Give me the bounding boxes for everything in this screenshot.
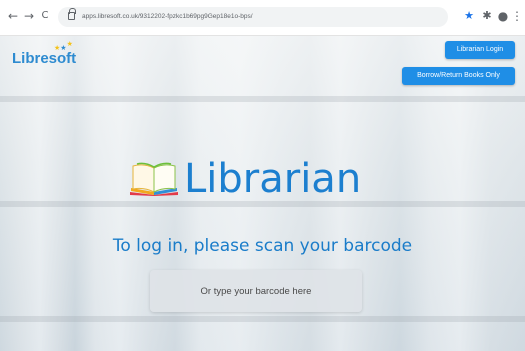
back-arrow-icon[interactable]: ← — [6, 9, 20, 23]
bookmark-star-icon[interactable]: ★ — [462, 8, 476, 24]
barcode-input[interactable] — [150, 270, 362, 312]
profile-icon[interactable]: ● — [496, 8, 510, 24]
librarian-brand: Librarian — [128, 154, 428, 204]
page-title: Librarian — [184, 156, 362, 202]
background-shelf — [0, 316, 525, 322]
page-content: Libresoft ★★★ Librarian Login Borrow/Ret… — [0, 36, 525, 351]
login-instruction: To log in, please scan your barcode — [112, 236, 413, 256]
borrow-return-books-button[interactable]: Borrow/Return Books Only — [402, 67, 515, 85]
browser-toolbar: ← → C apps.libresoft.co.uk/9312202-fpzkc… — [0, 0, 525, 36]
extensions-puzzle-icon[interactable]: ✱ — [480, 8, 494, 24]
logo-stars-icon: ★★★ — [54, 40, 73, 52]
url-text[interactable]: apps.libresoft.co.uk/9312202-fpzkc1b69pg… — [82, 11, 253, 23]
libresoft-logo[interactable]: Libresoft — [12, 50, 76, 67]
address-bar[interactable]: apps.libresoft.co.uk/9312202-fpzkc1b69pg… — [58, 7, 448, 27]
open-book-icon — [130, 162, 178, 196]
lock-icon[interactable] — [68, 8, 76, 20]
forward-arrow-icon[interactable]: → — [22, 9, 36, 23]
reload-icon[interactable]: C — [38, 9, 52, 23]
background-shelf — [0, 96, 525, 102]
logo-text: Libresoft — [12, 50, 77, 67]
librarian-login-button[interactable]: Librarian Login — [445, 41, 515, 59]
more-menu-icon[interactable]: ⋮ — [511, 8, 523, 24]
